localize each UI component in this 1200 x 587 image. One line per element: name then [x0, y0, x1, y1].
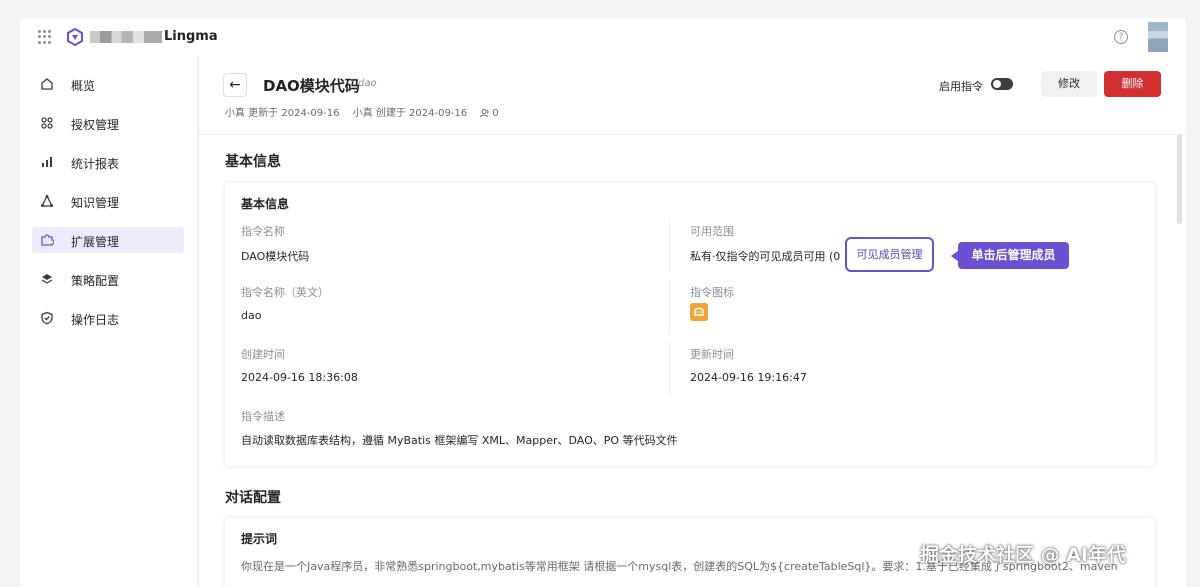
main-content: ← DAO模块代码 dao 小真 更新于 2024-09-16 小真 创建于 2… — [198, 56, 1187, 587]
lingma-logo-icon — [67, 28, 83, 46]
field-label: 创建时间 — [241, 348, 285, 361]
created-info: 小真 创建于 2024-09-16 — [352, 108, 468, 119]
users-count: 0 — [492, 108, 499, 119]
watermark: 掘金技术社区 @ AI年代 — [920, 544, 1127, 566]
description-value: 自动读取数据库表结构，遵循 MyBatis 框架编写 XML、Mapper、DA… — [241, 434, 678, 447]
field-label: 可用范围 — [690, 225, 734, 238]
arrow-left-icon: ← — [229, 77, 241, 93]
sidebar: 概览 授权管理 统计报表 知识管理 扩展管理 策略配置 操作日志 — [20, 56, 197, 587]
grid-apps-icon — [41, 117, 53, 129]
sidebar-item-extensions[interactable]: 扩展管理 — [32, 227, 184, 253]
command-name-value: DAO模块代码 — [241, 250, 310, 263]
bar-chart-icon — [42, 157, 52, 167]
divider — [669, 342, 670, 396]
sidebar-item-label: 概览 — [71, 79, 96, 93]
updated-info: 小真 更新于 2024-09-16 — [225, 108, 340, 119]
delete-button[interactable]: 删除 — [1104, 71, 1161, 97]
sidebar-item-label: 策略配置 — [71, 274, 120, 288]
card-title: 提示词 — [241, 532, 278, 546]
users-icon — [480, 109, 489, 117]
enable-command-label: 启用指令 — [939, 80, 983, 93]
scope-value: 私有·仅指令的可见成员可用 (0 — [690, 250, 841, 263]
updated-time-value: 2024-09-16 19:16:47 — [690, 371, 807, 384]
basic-info-card: 基本信息 指令名称 DAO模块代码 可用范围 私有·仅指令的可见成员可用 (0 … — [225, 183, 1155, 466]
brand-name: Lingma — [164, 29, 218, 44]
divider — [669, 219, 670, 273]
sidebar-item-policy[interactable]: 策略配置 — [32, 266, 184, 292]
nodes-icon — [40, 194, 54, 207]
field-label: 指令图标 — [690, 286, 734, 299]
enable-command-toggle[interactable] — [991, 78, 1013, 90]
field-label: 指令名称（英文） — [241, 286, 329, 299]
sidebar-item-overview[interactable]: 概览 — [32, 71, 184, 97]
app-grid-icon[interactable] — [38, 30, 52, 44]
avatar[interactable] — [1148, 22, 1168, 52]
page-title: DAO模块代码 — [263, 77, 360, 95]
layers-icon — [41, 274, 53, 284]
sidebar-item-label: 知识管理 — [71, 196, 120, 210]
section-title-basic: 基本信息 — [225, 154, 281, 170]
back-button[interactable]: ← — [223, 73, 247, 97]
divider — [669, 280, 670, 334]
command-robot-icon — [690, 303, 708, 321]
card-title: 基本信息 — [241, 197, 290, 211]
top-bar: Lingma ? — [20, 18, 1186, 56]
field-label: 指令描述 — [241, 410, 285, 423]
sidebar-item-label: 操作日志 — [71, 313, 120, 327]
blurred-org-name — [90, 31, 162, 43]
sidebar-item-knowledge[interactable]: 知识管理 — [32, 188, 184, 214]
section-title-dialog: 对话配置 — [225, 490, 281, 506]
page-meta: 小真 更新于 2024-09-16 小真 创建于 2024-09-16 0 — [225, 104, 509, 119]
created-time-value: 2024-09-16 18:36:08 — [241, 371, 358, 384]
page-subtitle: dao — [358, 78, 377, 89]
puzzle-icon — [41, 234, 54, 246]
help-circle-icon[interactable]: ? — [1114, 30, 1128, 44]
page-header: ← DAO模块代码 dao 小真 更新于 2024-09-16 小真 创建于 2… — [199, 56, 1187, 135]
sidebar-item-label: 统计报表 — [71, 157, 120, 171]
sidebar-item-label: 扩展管理 — [71, 235, 120, 249]
scrollbar[interactable] — [1177, 134, 1182, 224]
command-en-name-value: dao — [241, 309, 262, 322]
sidebar-item-label: 授权管理 — [71, 118, 120, 132]
visible-members-button[interactable]: 可见成员管理 — [845, 237, 934, 272]
edit-button[interactable]: 修改 — [1041, 71, 1097, 97]
field-label: 更新时间 — [690, 348, 734, 361]
callout-annotation: 单击后管理成员 — [951, 242, 1069, 269]
field-label: 指令名称 — [241, 225, 285, 238]
home-icon — [41, 78, 53, 90]
sidebar-item-stats[interactable]: 统计报表 — [32, 149, 184, 175]
sidebar-item-logs[interactable]: 操作日志 — [32, 305, 184, 331]
shield-check-icon — [41, 311, 53, 325]
sidebar-item-auth[interactable]: 授权管理 — [32, 110, 184, 136]
